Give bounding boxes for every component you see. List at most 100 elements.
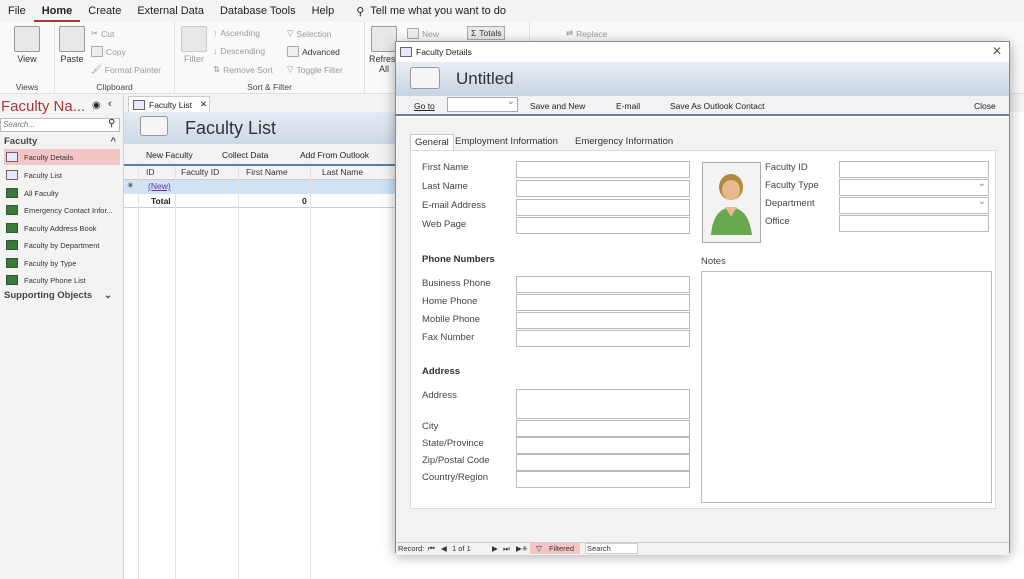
state-field[interactable]	[516, 437, 690, 454]
address-field[interactable]	[516, 389, 690, 419]
copy-button[interactable]: Copy	[91, 46, 126, 57]
record-position[interactable]: 1 of 1	[452, 544, 471, 553]
new-record-button[interactable]: New	[407, 28, 439, 39]
menu-database-tools[interactable]: Database Tools	[212, 0, 304, 22]
save-and-new-button[interactable]: Save and New	[530, 101, 585, 111]
form-icon	[6, 170, 18, 180]
next-record-icon[interactable]: ▶	[492, 544, 498, 553]
new-record-link[interactable]: (New)	[148, 181, 171, 191]
tab-emergency-information[interactable]: Emergency Information	[571, 134, 677, 150]
close-button[interactable]: Close	[974, 101, 996, 111]
remove-sort-button[interactable]: ⇅ Remove Sort	[213, 64, 273, 75]
goto-combo[interactable]	[447, 96, 518, 112]
nav-item-faculty-details[interactable]: Faculty Details	[4, 149, 120, 165]
city-field[interactable]	[516, 420, 690, 437]
nav-pane-title[interactable]: Faculty Na...	[1, 98, 85, 115]
faculty-id-label: Faculty ID	[765, 162, 808, 173]
new-faculty-link[interactable]: New Faculty	[146, 150, 193, 160]
dialog-title-bar[interactable]: Faculty Details	[396, 42, 1009, 62]
selection-button[interactable]: ▽ Selection	[287, 28, 332, 39]
zip-field[interactable]	[516, 454, 690, 471]
search-icon[interactable]: ⚲	[108, 118, 115, 129]
email-button[interactable]: E-mail	[616, 101, 640, 111]
mobile-phone-field[interactable]	[516, 312, 690, 329]
total-label: Total	[151, 196, 171, 206]
paste-button[interactable]: Paste	[57, 26, 87, 64]
department-combo[interactable]	[839, 196, 989, 214]
sort-desc-icon: ↓	[213, 46, 218, 56]
menu-home[interactable]: Home	[33, 0, 81, 22]
faculty-photo[interactable]	[702, 162, 761, 243]
first-name-field[interactable]	[516, 161, 690, 178]
tab-faculty-list[interactable]: Faculty List ✕	[128, 96, 210, 112]
zip-label: Zip/Postal Code	[422, 455, 490, 466]
new-record-nav-icon[interactable]: ▶✳	[516, 544, 528, 553]
grid-line	[175, 166, 176, 579]
nav-item-all-faculty[interactable]: All Faculty	[4, 185, 120, 201]
record-title: Untitled	[456, 69, 514, 88]
save-as-outlook-contact-button[interactable]: Save As Outlook Contact	[670, 101, 765, 111]
format-painter-button[interactable]: 🖌 Format Painter	[91, 64, 161, 75]
grid-line	[310, 166, 311, 579]
web-page-label: Web Page	[422, 219, 467, 230]
cut-button[interactable]: ✂ Cut	[91, 28, 114, 39]
close-tab-icon[interactable]: ✕	[200, 99, 207, 110]
collect-data-link[interactable]: Collect Data	[222, 150, 268, 160]
column-header-first-name[interactable]: First Name	[246, 167, 288, 177]
nav-section-supporting[interactable]: Supporting Objects ⌄	[4, 290, 120, 301]
email-field[interactable]	[516, 199, 690, 216]
home-phone-field[interactable]	[516, 294, 690, 311]
column-header-faculty-id[interactable]: Faculty ID	[181, 167, 219, 177]
nav-item-phone-list[interactable]: Faculty Phone List	[4, 272, 120, 288]
view-button[interactable]: View	[12, 26, 42, 64]
business-phone-field[interactable]	[516, 276, 690, 293]
sigma-icon: Σ	[471, 28, 477, 38]
toggle-filter-button[interactable]: ▽ Toggle Filter	[287, 64, 343, 75]
nav-menu-icon[interactable]: ◉	[92, 100, 101, 111]
nav-item-faculty-list[interactable]: Faculty List	[4, 167, 120, 183]
report-icon	[6, 223, 18, 233]
form-icon	[133, 99, 145, 110]
descending-button[interactable]: ↓ Descending	[213, 46, 265, 56]
nav-item-by-type[interactable]: Faculty by Type	[4, 255, 120, 271]
brush-icon: 🖌	[91, 64, 102, 74]
close-icon[interactable]: ✕	[992, 44, 1002, 58]
column-header-last-name[interactable]: Last Name	[322, 167, 363, 177]
faculty-id-field[interactable]	[839, 161, 989, 178]
nav-section-faculty[interactable]: Faculty ^	[4, 136, 120, 147]
nav-item-by-department[interactable]: Faculty by Department	[4, 237, 120, 253]
tab-general[interactable]: General	[410, 134, 454, 150]
last-name-field[interactable]	[516, 180, 690, 197]
menu-help[interactable]: Help	[304, 0, 343, 22]
column-header-id[interactable]: ID	[146, 167, 155, 177]
collapse-pane-icon[interactable]: ‹	[108, 98, 112, 110]
nav-item-emergency-contact[interactable]: Emergency Contact Infor...	[4, 202, 120, 218]
previous-record-icon[interactable]: ◀	[441, 544, 447, 553]
fax-number-field[interactable]	[516, 330, 690, 347]
report-icon	[6, 205, 18, 215]
menu-external-data[interactable]: External Data	[129, 0, 212, 22]
add-from-outlook-link[interactable]: Add From Outlook	[300, 150, 369, 160]
filter-button[interactable]: Filter	[179, 26, 209, 64]
notes-label: Notes	[701, 256, 726, 267]
nav-search-input[interactable]: Search...	[0, 118, 120, 132]
last-record-icon[interactable]: ⏭	[503, 544, 510, 554]
total-value: 0	[302, 196, 307, 206]
totals-button[interactable]: Σ Totals	[467, 26, 506, 40]
clipboard-group: Paste ✂ Cut Copy 🖌 Format Painter Clipboar…	[55, 22, 175, 94]
advanced-button[interactable]: Advanced	[287, 46, 340, 57]
web-page-field[interactable]	[516, 217, 690, 234]
menu-create[interactable]: Create	[80, 0, 129, 22]
first-name-label: First Name	[422, 162, 469, 173]
ascending-button[interactable]: ↑ Ascending	[213, 28, 260, 38]
replace-button[interactable]: ⇄ Replace	[566, 28, 607, 39]
country-field[interactable]	[516, 471, 690, 488]
nav-item-address-book[interactable]: Faculty Address Book	[4, 220, 120, 236]
notes-field[interactable]	[701, 271, 992, 503]
office-field[interactable]	[839, 215, 989, 232]
first-record-icon[interactable]: ⏮	[428, 544, 435, 554]
faculty-type-combo[interactable]	[839, 178, 989, 196]
tell-me-box[interactable]: ⚲ Tell me what you want to do	[356, 5, 506, 18]
menu-file[interactable]: File	[0, 0, 34, 22]
tab-employment-information[interactable]: Employment Information	[451, 134, 562, 150]
